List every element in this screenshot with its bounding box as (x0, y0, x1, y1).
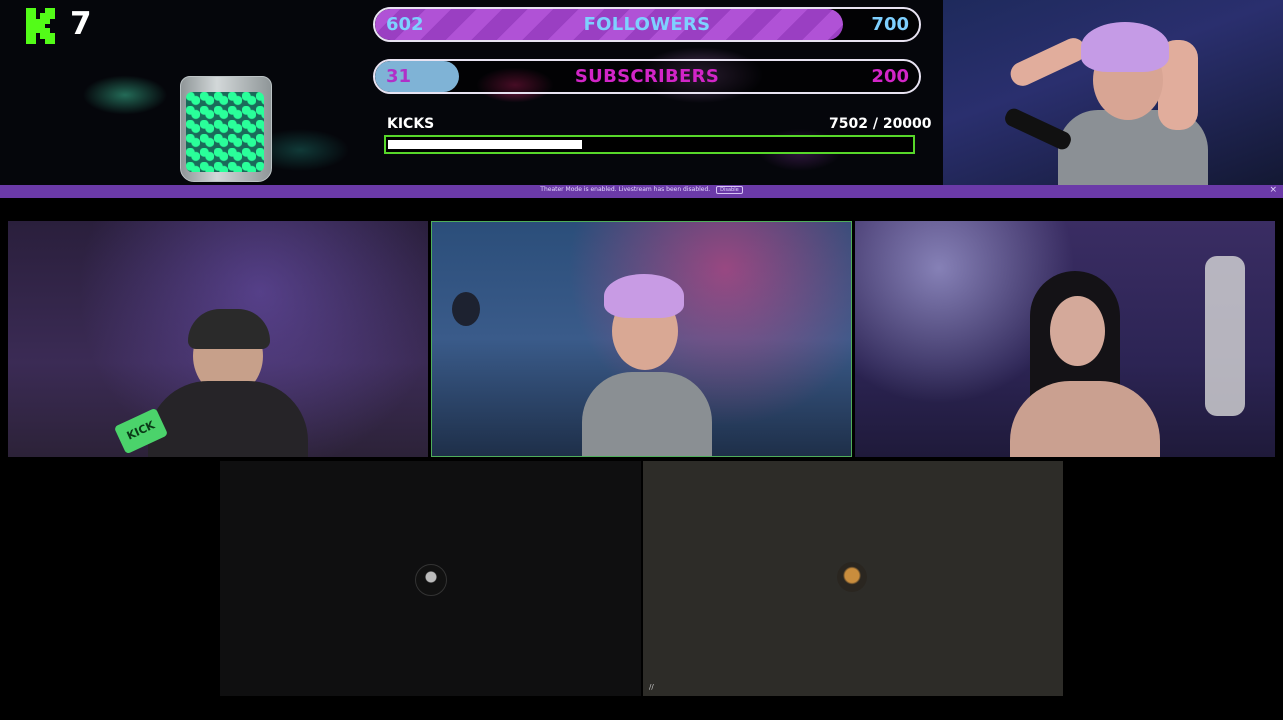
streamer-webcam (943, 0, 1283, 185)
participant-3-face (1050, 296, 1105, 366)
followers-title: FOLLOWERS (583, 14, 711, 35)
participant-1-beanie (188, 309, 270, 349)
webcam-person-hat (1081, 22, 1169, 72)
banner-text: Theater Mode is enabled. Livestream has … (540, 186, 711, 193)
participant-2-body (582, 372, 712, 456)
theater-mode-banner: Theater Mode is enabled. Livestream has … (0, 185, 1283, 198)
participant-4-avatar (415, 564, 447, 596)
kicks-progress-bar (384, 135, 915, 154)
followers-goal-bar: 602 FOLLOWERS 700 (373, 7, 921, 42)
subscribers-title: SUBSCRIBERS (574, 66, 720, 87)
kicks-label: KICKS (387, 116, 435, 132)
kick-logo-icon (26, 8, 55, 44)
banner-disable-button[interactable]: Disable (716, 186, 743, 194)
participant-2-hat (604, 274, 684, 318)
kick-count: 7 (70, 6, 92, 42)
subscribers-goal: 200 (871, 66, 909, 87)
followers-goal: 700 (871, 14, 909, 35)
participant-5-avatar (837, 562, 867, 592)
kicks-progress-fill (388, 140, 582, 149)
participant-5-badge: // (649, 683, 654, 691)
close-icon[interactable]: × (1269, 185, 1277, 195)
participant-tile-2-active-speaker[interactable] (431, 221, 852, 457)
participant-tile-1[interactable]: KICK (8, 221, 428, 457)
participant-3-body (1010, 381, 1160, 457)
participant-tile-3[interactable] (855, 221, 1275, 457)
participant-tile-4[interactable] (220, 461, 641, 696)
subscribers-goal-bar: 31 SUBSCRIBERS 200 (373, 59, 921, 94)
participant-tile-5[interactable]: // (643, 461, 1063, 696)
webcam-person-arm (1006, 34, 1090, 90)
kicks-jar-fill (186, 92, 264, 172)
participant-1-body (148, 381, 308, 457)
skeleton-decoration (1205, 256, 1245, 416)
helmet-decoration (452, 292, 480, 326)
kicks-count: 7502 / 20000 (829, 116, 932, 132)
